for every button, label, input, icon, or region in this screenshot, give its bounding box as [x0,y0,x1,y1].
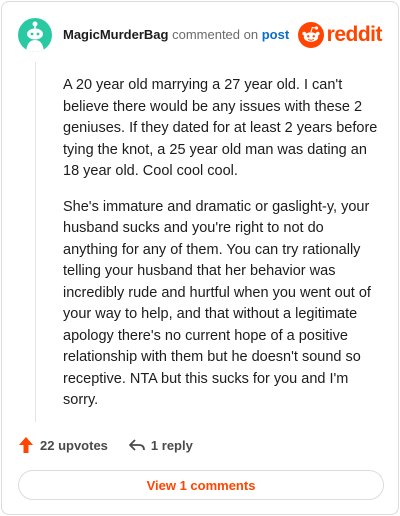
reply-count: 1 reply [150,437,193,453]
upvote-count: 22 upvotes [40,437,108,453]
snoo-avatar-icon [26,21,44,52]
comment-header: MagicMurderBag commented on post reddit [18,18,383,52]
comment-card: MagicMurderBag commented on post reddit … [1,1,399,515]
reply-button[interactable]: 1 reply [128,437,193,453]
reddit-brand[interactable]: reddit [297,22,383,48]
comment-paragraph: She's immature and dramatic or gaslight-… [63,198,371,409]
upvote-arrow-icon [19,437,33,453]
reply-arrow-icon [129,439,145,451]
comment-body: A 20 year old marrying a 27 year old. I … [63,75,379,426]
reddit-snoo-icon [297,22,324,48]
thread-line [35,62,36,422]
author-name[interactable]: MagicMurderBag [63,27,168,42]
upvote-button[interactable]: 22 upvotes [18,436,108,454]
reddit-wordmark: reddit [326,23,383,46]
comment-actions: 22 upvotes 1 reply [18,434,193,456]
view-comments-button[interactable]: View 1 comments [18,470,384,500]
byline-action: commented on [172,27,259,42]
byline: MagicMurderBag commented on post [63,27,289,43]
avatar[interactable] [18,18,52,52]
comment-paragraph: A 20 year old marrying a 27 year old. I … [63,77,378,179]
post-link[interactable]: post [262,27,289,42]
